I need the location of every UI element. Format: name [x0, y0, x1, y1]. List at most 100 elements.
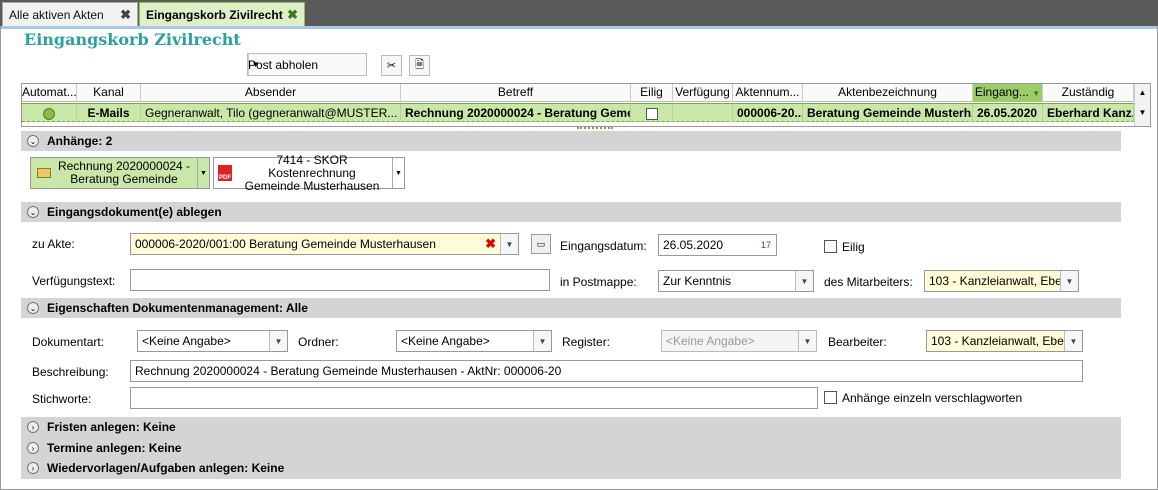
- browse-akte-icon[interactable]: ▭: [531, 234, 551, 254]
- pdf-icon: PDF: [218, 165, 232, 181]
- column-header-kanal[interactable]: Kanal: [77, 84, 141, 102]
- section-termine[interactable]: › Termine anlegen: Keine: [21, 438, 1121, 458]
- chevron-down-icon[interactable]: ▼: [795, 271, 813, 291]
- column-header-absender[interactable]: Absender: [141, 84, 401, 102]
- chevron-down-icon[interactable]: ▼: [1060, 271, 1078, 291]
- postmappe-label: in Postmappe:: [560, 275, 637, 289]
- post-abholen-button[interactable]: Post abholen ▼: [247, 53, 367, 76]
- verfuegungstext-input[interactable]: [130, 269, 550, 291]
- mitarbeiter-label: des Mitarbeiters:: [824, 275, 913, 289]
- eilig-checkbox[interactable]: [645, 107, 658, 120]
- zu-akte-field[interactable]: 000006-2020/001:00 Beratung Gemeinde Mus…: [130, 233, 519, 255]
- attachment-pdf[interactable]: PDF 7414 - SKOR Kostenrechnung Gemeinde …: [213, 153, 405, 192]
- column-header-verfuegung[interactable]: Verfügung: [673, 84, 733, 102]
- bearbeiter-select[interactable]: 103 - Kanzleianwalt, Eberha ▼: [926, 330, 1083, 352]
- ordner-select[interactable]: <Keine Angabe> ▼: [396, 330, 552, 352]
- collapse-icon[interactable]: ⌄: [27, 206, 39, 218]
- column-header-eilig[interactable]: Eilig: [631, 84, 673, 102]
- stichworte-label: Stichworte:: [32, 392, 92, 406]
- eilig-checkbox[interactable]: [824, 240, 837, 253]
- collapse-icon[interactable]: ⌄: [27, 135, 39, 147]
- table-row[interactable]: E-Mails Gegneranwalt, Tilo (gegneranwalt…: [22, 103, 1134, 122]
- anhaenge-einzeln-checkbox[interactable]: [824, 391, 837, 404]
- ordner-value: <Keine Angabe>: [401, 334, 490, 348]
- close-icon[interactable]: ✖: [120, 7, 131, 23]
- zustaendig-cell: Eberhard Kanz...: [1043, 104, 1134, 122]
- tab-eingangskorb-zivilrecht[interactable]: Eingangskorb Zivilrecht ✖: [139, 2, 305, 26]
- expand-icon[interactable]: ›: [27, 442, 39, 454]
- eilig-cell: [631, 104, 673, 122]
- chevron-down-icon[interactable]: ▼: [197, 158, 209, 188]
- kanal-cell: E-Mails: [77, 104, 141, 122]
- chevron-down-icon[interactable]: ▼: [392, 158, 404, 188]
- verfuegungstext-label: Verfügungstext:: [32, 274, 116, 288]
- section-title: Eingangsdokument(e) ablegen: [47, 205, 222, 219]
- tab-label: Eingangskorb Zivilrecht: [146, 7, 283, 22]
- document-print-icon[interactable]: 🗎: [409, 55, 430, 76]
- bearbeiter-label: Bearbeiter:: [828, 335, 887, 349]
- register-label: Register:: [562, 335, 611, 349]
- section-ablegen[interactable]: ⌄ Eingangsdokument(e) ablegen: [21, 202, 1121, 222]
- column-header-eingang[interactable]: Eingang... ▼: [973, 84, 1043, 102]
- chevron-down-icon: ▼: [798, 331, 816, 351]
- stichworte-input[interactable]: [130, 387, 818, 409]
- sort-desc-icon: ▼: [1032, 89, 1041, 98]
- postmappe-select[interactable]: Zur Kenntnis ▼: [658, 270, 814, 292]
- delete-mail-icon[interactable]: ✂: [381, 55, 402, 76]
- eingangsdatum-value: 26.05.2020: [663, 238, 724, 252]
- chevron-down-icon[interactable]: ▼: [269, 331, 287, 351]
- smiley-icon: [43, 107, 55, 120]
- bearbeiter-value: 103 - Kanzleianwalt, Eberha: [931, 334, 1064, 348]
- close-icon[interactable]: ✖: [287, 7, 298, 23]
- section-wiedervorlagen[interactable]: › Wiedervorlagen/Aufgaben anlegen: Keine: [21, 458, 1121, 478]
- expand-icon[interactable]: ›: [27, 462, 39, 474]
- attachment-line1: 7414 - SKOR Kostenrechnung: [268, 152, 356, 180]
- section-anhaenge[interactable]: ⌄ Anhänge: 2: [21, 131, 1121, 151]
- table-header: Automat... Kanal Absender Betreff Eilig …: [22, 84, 1134, 102]
- attachment-label: 7414 - SKOR Kostenrechnung Gemeinde Must…: [232, 152, 392, 193]
- chevron-down-icon[interactable]: ▼: [500, 234, 518, 254]
- calendar-icon[interactable]: 17: [756, 235, 776, 255]
- attachment-line1: Rechnung 2020000024 -: [57, 159, 191, 173]
- register-value: <Keine Angabe>: [666, 334, 755, 348]
- scroll-down-icon[interactable]: ▼: [1135, 102, 1150, 120]
- automat-cell: [22, 104, 77, 122]
- tab-alle-aktiven-akten[interactable]: Alle aktiven Akten ✖: [2, 2, 138, 26]
- aktenbezeichnung-cell: Beratung Gemeinde Musterh...: [803, 104, 973, 122]
- mitarbeiter-select[interactable]: 103 - Kanzleianwalt, Eberha ▼: [924, 270, 1079, 292]
- column-header-zustaendig[interactable]: Zuständig: [1043, 84, 1134, 102]
- collapse-icon[interactable]: ⌄: [27, 302, 39, 314]
- zu-akte-value: 000006-2020/001:00 Beratung Gemeinde Mus…: [135, 237, 436, 251]
- page-title: Eingangskorb Zivilrecht: [24, 30, 241, 49]
- column-header-aktennummer[interactable]: Aktennum...: [733, 84, 803, 102]
- column-header-automat[interactable]: Automat...: [22, 84, 77, 102]
- beschreibung-value: Rechnung 2020000024 - Beratung Gemeinde …: [135, 364, 562, 378]
- post-abholen-label: Post abholen: [248, 57, 319, 72]
- ordner-label: Ordner:: [298, 335, 339, 349]
- scrollbar[interactable]: ▲ ▼: [1134, 84, 1150, 126]
- dokumentart-select[interactable]: <Keine Angabe> ▼: [137, 330, 288, 352]
- section-eigenschaften[interactable]: ⌄ Eigenschaften Dokumentenmanagement: Al…: [21, 298, 1121, 318]
- splitter-grip[interactable]: [577, 127, 613, 130]
- attachment-line2: Gemeinde Musterhausen: [244, 178, 380, 193]
- eingangsdatum-field[interactable]: 26.05.2020 17: [658, 234, 777, 256]
- beschreibung-input[interactable]: Rechnung 2020000024 - Beratung Gemeinde …: [130, 360, 1083, 382]
- attachment-email[interactable]: Rechnung 2020000024 - Beratung Gemeinde …: [30, 157, 210, 189]
- dokumentart-label: Dokumentart:: [32, 335, 105, 349]
- register-select: <Keine Angabe> ▼: [661, 330, 817, 352]
- chevron-down-icon[interactable]: ▼: [1064, 331, 1082, 351]
- expand-icon[interactable]: ›: [27, 421, 39, 433]
- scroll-up-icon[interactable]: ▲: [1135, 84, 1150, 102]
- divider: [1, 26, 1157, 29]
- betreff-cell: Rechnung 2020000024 - Beratung Gemei...: [401, 104, 631, 122]
- mitarbeiter-value: 103 - Kanzleianwalt, Eberha: [929, 274, 1060, 288]
- column-header-betreff[interactable]: Betreff: [401, 84, 631, 102]
- attachment-line2: Beratung Gemeinde: [70, 172, 178, 186]
- aktennummer-cell: 000006-20...: [733, 104, 803, 122]
- chevron-down-icon[interactable]: ▼: [533, 331, 551, 351]
- clear-icon[interactable]: ✖: [481, 236, 500, 252]
- column-header-aktenbezeichnung[interactable]: Aktenbezeichnung: [803, 84, 973, 102]
- absender-cell: Gegneranwalt, Tilo (gegneranwalt@MUSTER.…: [141, 104, 401, 122]
- verfuegung-cell: [673, 104, 733, 122]
- section-fristen[interactable]: › Fristen anlegen: Keine: [21, 417, 1121, 437]
